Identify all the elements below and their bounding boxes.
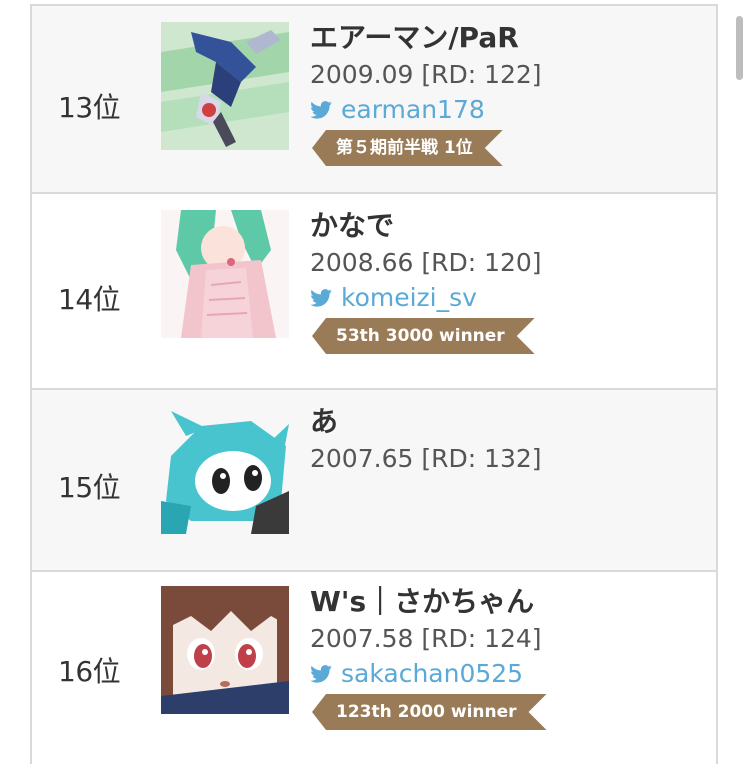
ranking-row: 15位 あ 2007.65 [RD: 132] xyxy=(32,388,716,570)
user-avatar[interactable] xyxy=(161,210,289,338)
rank-label: 14位 xyxy=(58,283,121,316)
player-name[interactable]: W's｜さかちゃん xyxy=(310,586,547,618)
achievement-badge: 53th 3000 winner xyxy=(312,318,535,354)
scrollbar-thumb[interactable] xyxy=(736,16,743,80)
ranking-viewport: 13位 エアーマン/PaR 2009.09 [RD: 122] earman17… xyxy=(0,0,749,764)
rating-text: 2008.66 [RD: 120] xyxy=(310,248,542,277)
rank-label: 16位 xyxy=(58,655,121,688)
user-avatar[interactable] xyxy=(161,406,289,534)
achievement-badge: 123th 2000 winner xyxy=(312,694,547,730)
user-info: エアーマン/PaR 2009.09 [RD: 122] earman178 第５… xyxy=(310,22,542,166)
player-name[interactable]: かなで xyxy=(310,210,542,242)
player-name[interactable]: エアーマン/PaR xyxy=(310,22,542,54)
twitter-bird-icon xyxy=(310,289,332,307)
ranking-row: 14位 かなで 2008.66 [RD: 120] komeizi_sv 53t… xyxy=(32,192,716,388)
rank-label: 15位 xyxy=(58,471,121,504)
rating-text: 2007.65 [RD: 132] xyxy=(310,444,542,473)
twitter-handle[interactable]: sakachan0525 xyxy=(341,660,523,688)
twitter-bird-icon xyxy=(310,101,332,119)
twitter-link[interactable]: sakachan0525 xyxy=(310,660,547,688)
user-info: かなで 2008.66 [RD: 120] komeizi_sv 53th 30… xyxy=(310,210,542,354)
ranking-row: 13位 エアーマン/PaR 2009.09 [RD: 122] earman17… xyxy=(32,4,716,192)
user-info: あ 2007.65 [RD: 132] xyxy=(310,406,542,474)
rank-label: 13位 xyxy=(58,91,121,124)
ranking-row: 16位 W's｜さかちゃん 2007.58 [RD: 124] sakachan… xyxy=(32,570,716,764)
rating-text: 2009.09 [RD: 122] xyxy=(310,60,542,89)
player-name[interactable]: あ xyxy=(310,406,542,438)
user-avatar[interactable] xyxy=(161,586,289,714)
twitter-handle[interactable]: earman178 xyxy=(341,96,485,124)
twitter-link[interactable]: earman178 xyxy=(310,96,542,124)
avatar-image xyxy=(161,22,289,150)
twitter-handle[interactable]: komeizi_sv xyxy=(341,284,477,312)
user-info: W's｜さかちゃん 2007.58 [RD: 124] sakachan0525… xyxy=(310,586,547,730)
avatar-image xyxy=(161,210,289,338)
twitter-bird-icon xyxy=(310,665,332,683)
ranking-list: 13位 エアーマン/PaR 2009.09 [RD: 122] earman17… xyxy=(30,4,718,764)
achievement-badge: 第５期前半戦 1位 xyxy=(312,130,503,166)
rating-text: 2007.58 [RD: 124] xyxy=(310,624,542,653)
twitter-link[interactable]: komeizi_sv xyxy=(310,284,542,312)
user-avatar[interactable] xyxy=(161,22,289,150)
avatar-image xyxy=(161,586,289,714)
avatar-image xyxy=(161,406,289,534)
